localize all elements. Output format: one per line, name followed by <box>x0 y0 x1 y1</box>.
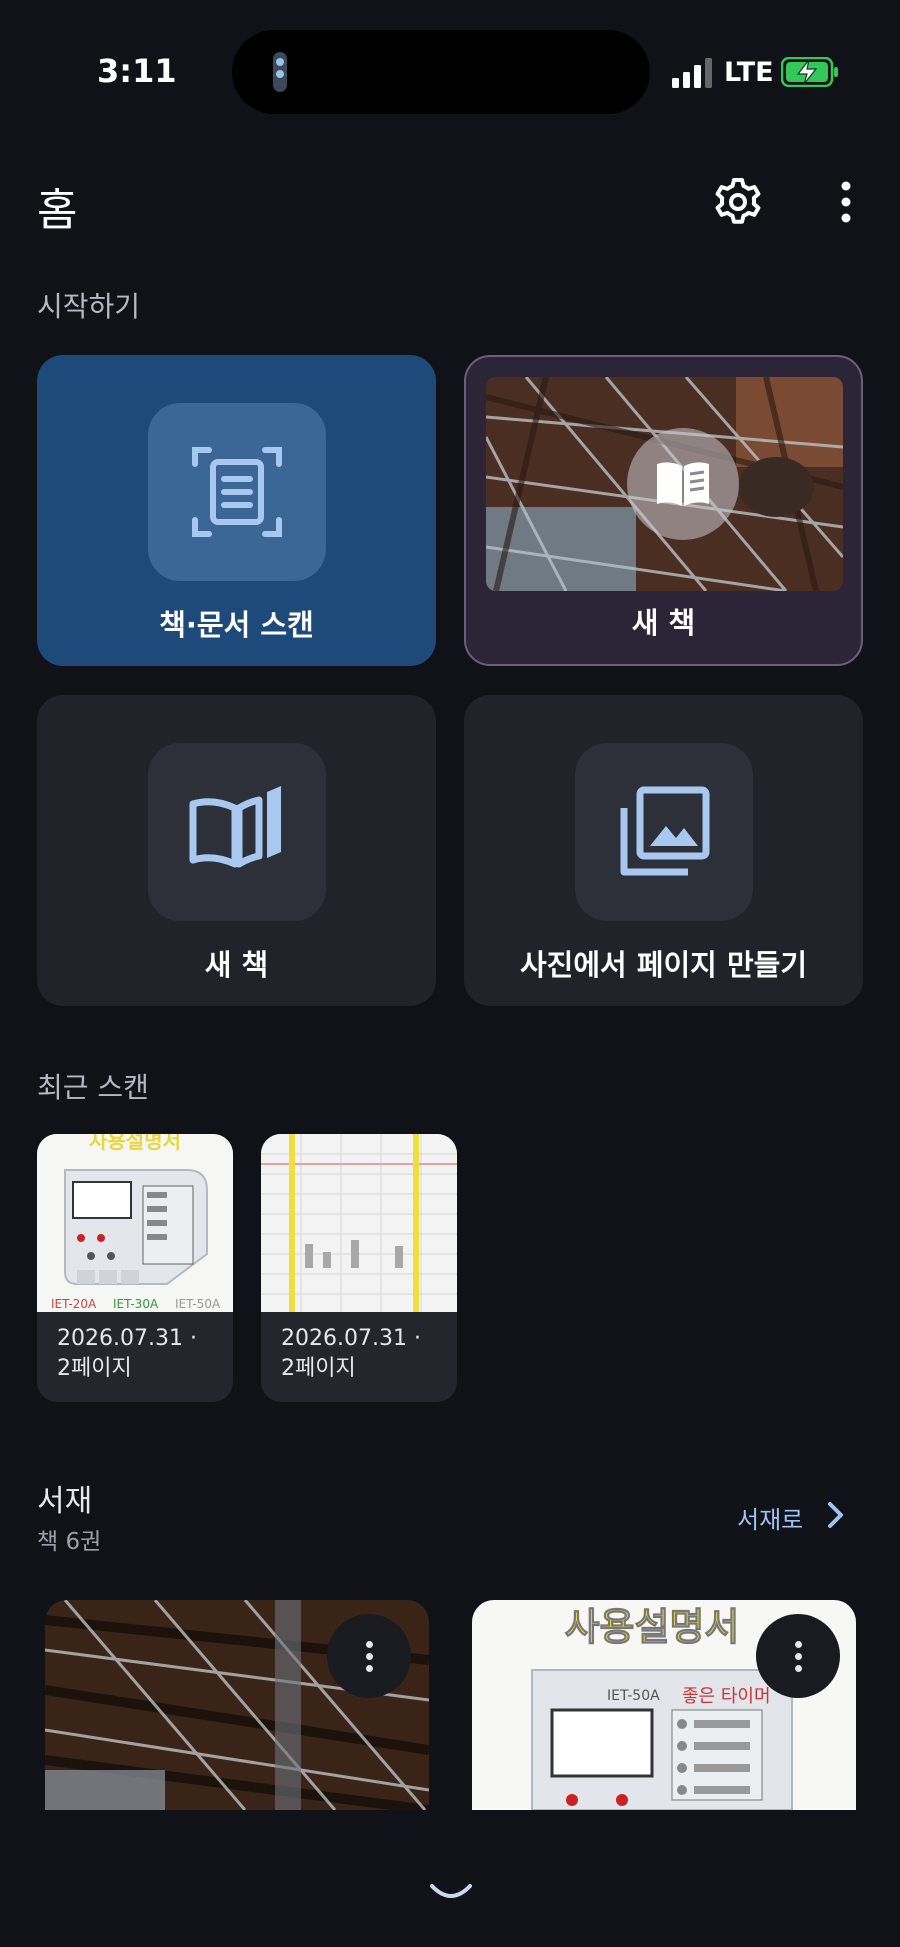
dynamic-island <box>232 30 650 114</box>
status-time: 3:11 <box>97 52 177 90</box>
manual-thumb-model-3: IET-50A <box>175 1297 221 1311</box>
new-book-tile[interactable]: 새 책 <box>37 695 436 1006</box>
library-title: 서재 <box>37 1484 93 1519</box>
page-from-photo-tile[interactable]: 사진에서 페이지 만들기 <box>464 695 863 1006</box>
scan-icon-box <box>148 403 326 581</box>
rafters-photo <box>486 377 843 591</box>
new-book-photo-tile[interactable]: 새 책 <box>464 355 863 666</box>
battery-charging-icon <box>781 57 838 87</box>
section-recent-label: 최근 스캔 <box>37 1071 149 1104</box>
scan-document-label: 책·문서 스캔 <box>159 608 314 642</box>
recent-scan-pages: 2페이지 <box>281 1356 356 1381</box>
camera-indicator-icon <box>273 52 287 92</box>
manual-thumbnail: 사용설명서 IET-20A IET-30A IET-50A <box>37 1134 233 1312</box>
recent-scan-meta: 2026.07.31 · 2페이지 <box>57 1324 197 1384</box>
manual-cover-title: 사용설명서 <box>565 1605 740 1649</box>
signal-icon <box>672 58 712 88</box>
network-type: LTE <box>724 57 774 88</box>
photo-library-icon <box>620 786 710 876</box>
more-options-icon[interactable] <box>828 176 864 228</box>
new-book-icon-box <box>148 743 326 921</box>
manual-thumb-model-2: IET-30A <box>113 1297 159 1311</box>
manual-cover-model: IET-50A <box>607 1688 660 1704</box>
book-more-button[interactable] <box>756 1614 840 1698</box>
gear-icon[interactable] <box>712 176 764 228</box>
document-scan-icon <box>192 447 282 537</box>
photo-icon-box <box>575 743 753 921</box>
book-icon <box>627 428 739 540</box>
library-book-card[interactable]: 사용설명서 IET-50A 좋은 타이머 <box>472 1600 856 1810</box>
page-title: 홈 <box>37 185 78 236</box>
open-book-icon <box>189 786 281 868</box>
section-start-label: 시작하기 <box>37 290 141 323</box>
manual-thumb-model-1: IET-20A <box>51 1297 97 1311</box>
manual-thumb-title: 사용설명서 <box>89 1134 181 1153</box>
library-count: 책 6권 <box>37 1529 102 1555</box>
recent-scan-pages: 2페이지 <box>57 1356 132 1381</box>
recent-scan-card[interactable]: 2026.07.31 · 2페이지 <box>261 1134 457 1402</box>
recent-scan-meta: 2026.07.31 · 2페이지 <box>281 1324 421 1384</box>
go-to-library-link[interactable]: 서재로 <box>737 1500 803 1535</box>
scan-document-tile[interactable]: 책·문서 스캔 <box>37 355 436 666</box>
library-book-card[interactable] <box>45 1600 429 1810</box>
page-from-photo-label: 사진에서 페이지 만들기 <box>520 948 807 982</box>
recent-scan-card[interactable]: 사용설명서 IET-20A IET-30A IET-50A 2026.07.31… <box>37 1134 233 1402</box>
new-book-photo-label: 새 책 <box>631 606 696 640</box>
book-more-button[interactable] <box>327 1614 411 1698</box>
recent-scan-date: 2026.07.31 · <box>57 1326 197 1351</box>
loading-spinner-icon <box>430 1884 472 1898</box>
recent-scan-date: 2026.07.31 · <box>281 1326 421 1351</box>
chevron-right-icon[interactable] <box>826 1500 846 1530</box>
manual-cover-brand: 좋은 타이머 <box>682 1686 771 1707</box>
spreadsheet-thumbnail <box>261 1134 457 1312</box>
new-book-label: 새 책 <box>204 948 269 982</box>
